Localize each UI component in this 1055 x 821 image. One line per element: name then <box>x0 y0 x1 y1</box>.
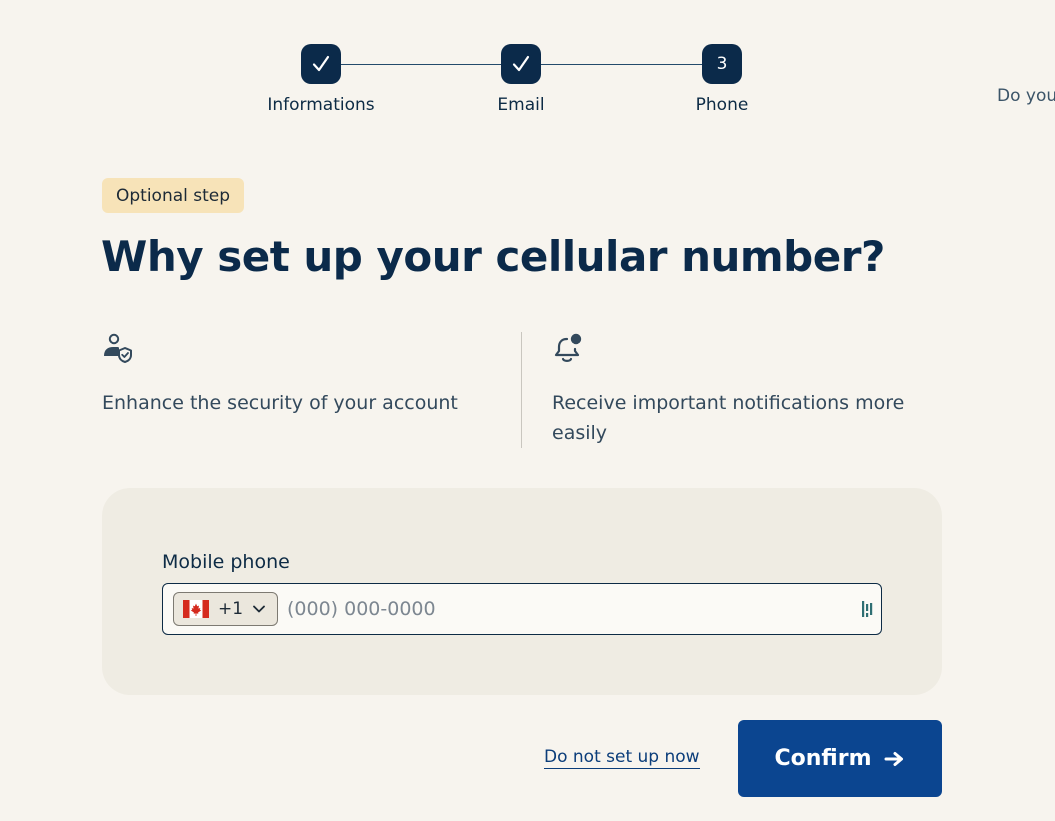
step-label-phone: Phone <box>695 95 749 115</box>
feature-notifications: Receive important notifications more eas… <box>552 332 932 448</box>
arrow-right-icon <box>884 751 903 766</box>
step-1-check-icon <box>301 44 341 84</box>
feature-security-text: Enhance the security of your account <box>102 392 458 414</box>
confirm-button-label: Confirm <box>774 746 872 771</box>
confirm-button[interactable]: Confirm <box>738 720 942 797</box>
step-connector <box>340 64 501 65</box>
phone-input-group: +1 <box>162 583 882 635</box>
side-question-text: Do you <box>997 86 1055 106</box>
feature-notifications-text: Receive important notifications more eas… <box>552 392 905 444</box>
step-connector <box>540 64 702 65</box>
canada-flag-icon <box>183 600 209 618</box>
step-label-email: Email <box>497 95 545 115</box>
feature-security: Enhance the security of your account <box>102 332 502 418</box>
skip-setup-link[interactable]: Do not set up now <box>544 746 700 769</box>
dial-code: +1 <box>218 599 244 619</box>
bell-notification-icon <box>554 333 582 362</box>
step-2-check-icon <box>501 44 541 84</box>
step-label-informations: Informations <box>267 95 375 115</box>
progress-stepper: Informations Email 3 Phone <box>0 0 1055 140</box>
mobile-phone-label: Mobile phone <box>162 551 290 573</box>
optional-step-badge: Optional step <box>102 178 245 213</box>
page-title: Why set up your cellular number? <box>101 232 885 281</box>
user-shield-icon <box>104 333 132 363</box>
country-code-select[interactable]: +1 <box>173 592 278 626</box>
password-manager-icon[interactable] <box>861 599 875 619</box>
step-3-number: 3 <box>702 44 742 84</box>
phone-number-input[interactable] <box>287 592 847 626</box>
feature-divider <box>521 332 522 448</box>
chevron-down-icon <box>253 605 265 613</box>
